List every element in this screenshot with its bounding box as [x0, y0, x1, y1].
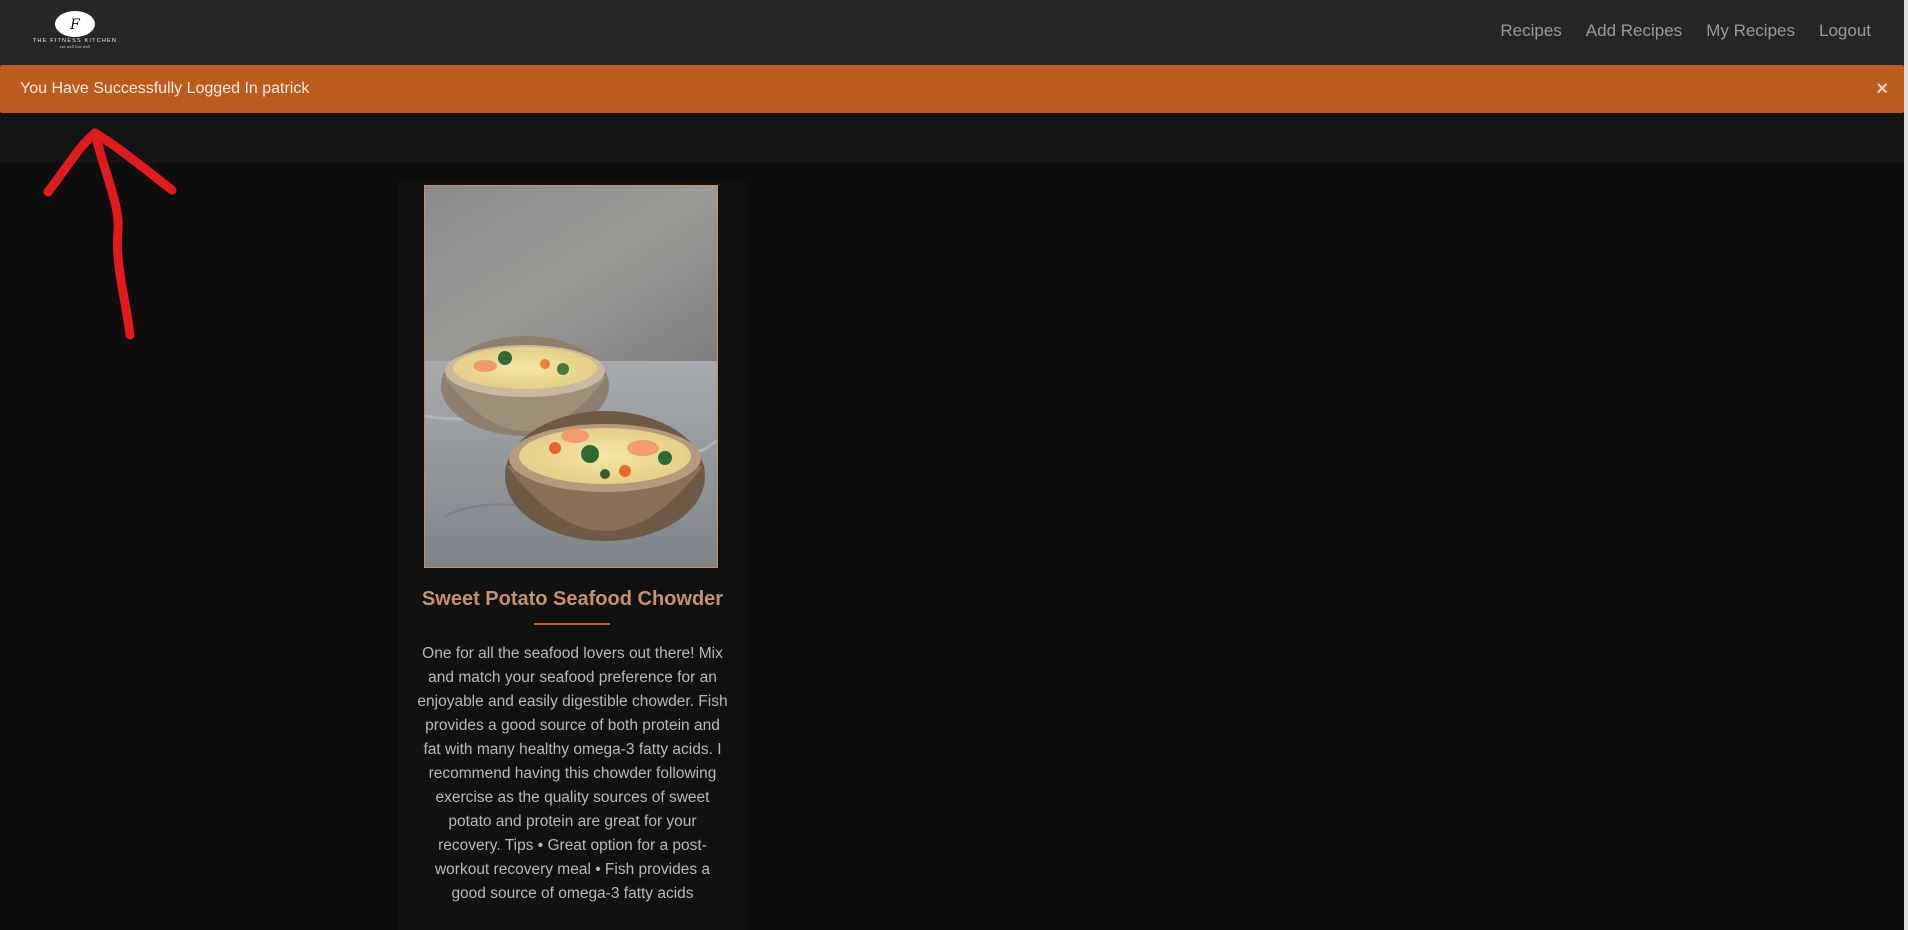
brand-logo[interactable]: F THE FITNESS KITCHEN eat well live well	[20, 9, 130, 49]
nav-logout[interactable]: Logout	[1819, 21, 1871, 41]
recipe-card[interactable]: Sweet Potato Seafood Chowder One for all…	[398, 182, 747, 930]
flash-message: You Have Successfully Logged In patrick …	[0, 65, 1904, 113]
annotation-arrow-icon	[43, 128, 177, 340]
logo-letter: F	[69, 17, 81, 33]
navbar: F THE FITNESS KITCHEN eat well live well…	[0, 0, 1908, 65]
nav-recipes[interactable]: Recipes	[1500, 21, 1561, 41]
nav-my-recipes[interactable]: My Recipes	[1706, 21, 1795, 41]
logo-tagline: eat well live well	[60, 45, 91, 49]
chowder-photo	[425, 186, 717, 567]
recipe-title[interactable]: Sweet Potato Seafood Chowder	[398, 588, 747, 611]
nav-links: Recipes Add Recipes My Recipes Logout	[1500, 0, 1871, 61]
recipe-description: One for all the seafood lovers out there…	[417, 645, 728, 902]
page: F THE FITNESS KITCHEN eat well live well…	[0, 0, 1908, 930]
flash-text: You Have Successfully Logged In patrick	[20, 80, 310, 97]
title-underline	[534, 623, 610, 625]
nav-add-recipes[interactable]: Add Recipes	[1586, 21, 1682, 41]
scrollbar[interactable]	[1904, 0, 1908, 930]
logo-name: THE FITNESS KITCHEN	[33, 38, 117, 44]
close-icon[interactable]: ×	[1876, 65, 1888, 113]
page-header-band	[0, 113, 1904, 163]
recipe-image[interactable]	[424, 185, 718, 568]
